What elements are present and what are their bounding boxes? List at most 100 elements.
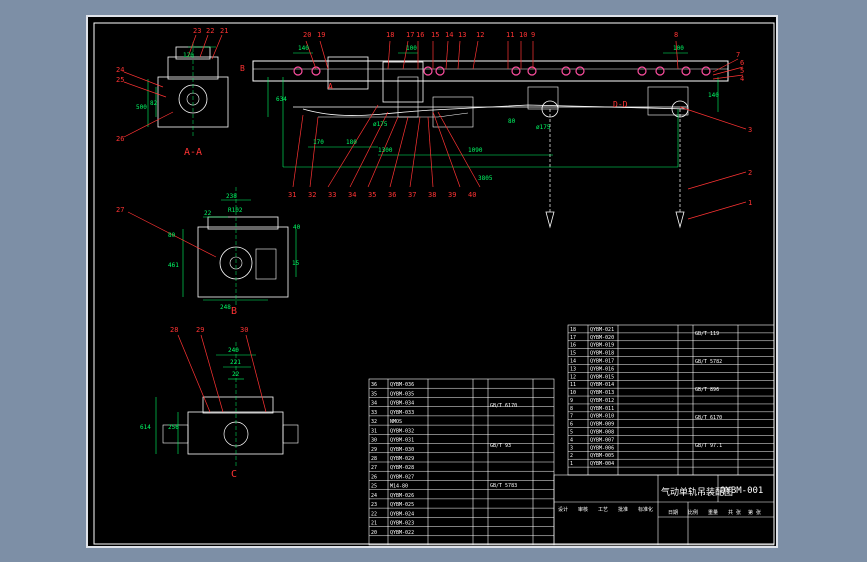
balloon-main-top: 8: [674, 31, 678, 39]
balloon-section-aa: 22: [206, 27, 214, 35]
balloon-main-top: 17: [406, 31, 414, 39]
balloon-main-top: 20: [303, 31, 311, 39]
dim-section-c: 240: [228, 347, 239, 354]
bom-right-std: GB/T 97.1: [695, 443, 722, 449]
bom-left-code: QYBM-027: [390, 474, 414, 480]
balloon-main-bottom: 37: [408, 191, 416, 199]
bom-right-index: 4: [570, 437, 573, 443]
title-block-field: 比例: [688, 509, 698, 516]
bom-left-code: QYBM-029: [390, 456, 414, 462]
dim-main: ø175: [373, 121, 388, 128]
balloon-section-aa: 26: [116, 135, 124, 143]
balloon-main-top: 15: [431, 31, 439, 39]
bom-right-code: QYBM-019: [590, 343, 614, 349]
dim-main: ø175: [536, 124, 551, 131]
drive-unit: [327, 56, 369, 90]
inner-border: [93, 22, 775, 545]
dim-main: 140: [298, 45, 309, 52]
hook-1: [545, 211, 555, 229]
title-block-field: 批准: [618, 506, 628, 513]
balloon-main-top: 19: [317, 31, 325, 39]
balloon-section-aa: 24: [116, 66, 124, 74]
balloon-main-side: 1: [748, 199, 752, 207]
balloon-main-top: 10: [519, 31, 527, 39]
section-c-view: [155, 334, 299, 467]
section-b-view: [127, 187, 297, 307]
bom-left-index: 25: [371, 484, 377, 490]
dim-section-aa: 82: [150, 100, 158, 107]
bom-right-index: 5: [570, 430, 573, 436]
balloon-main-side: 2: [748, 169, 752, 177]
bom-right-index: 16: [570, 343, 576, 349]
wheels: [293, 66, 711, 76]
dim-main: 100: [673, 45, 684, 52]
balloon-section-aa: 25: [116, 76, 124, 84]
section-marker-dd: D-D: [613, 100, 628, 109]
bom-right-index: 13: [570, 366, 576, 372]
dim-section-aa: 500: [136, 104, 147, 111]
bom-left-code: QYBM-025: [390, 502, 414, 508]
bom-left-index: 29: [371, 447, 377, 453]
view-label-aa: A-A: [184, 147, 202, 158]
dim-section-c: 614: [140, 424, 151, 431]
balloon-section-aa: 21: [220, 27, 228, 35]
bom-left-index: 32: [371, 419, 377, 425]
bom-right-code: QYBM-020: [590, 335, 614, 341]
bom-left-index: 36: [371, 382, 377, 388]
bom-left-index: 20: [371, 530, 377, 536]
title-block-fields: 设计 审核 工艺 批准 标准化 日期 比例 重量 共 张第 张: [558, 506, 761, 516]
balloon-main-bottom: 32: [308, 191, 316, 199]
bom-right-std: GB/T 5782: [695, 359, 722, 365]
dim-section-b: 40: [293, 224, 301, 231]
section-marker-a: A: [328, 82, 333, 91]
dim-section-c: 221: [230, 359, 241, 366]
view-label-c: C: [231, 469, 237, 480]
bom-right-code: QYBM-015: [590, 374, 614, 380]
bom-left-std: GB/T 5783: [490, 483, 517, 489]
bom-right-index: 11: [570, 382, 576, 388]
bom-left-code: QYBM-026: [390, 493, 414, 499]
balloon-main-top: 7: [736, 51, 740, 59]
bom-right-code: QYBM-012: [590, 398, 614, 404]
bom-right-std: GB/T 6170: [695, 415, 722, 421]
bom-right-code: QYBM-010: [590, 414, 614, 420]
bom-right-code: QYBM-011: [590, 406, 614, 412]
bom-right-index: 12: [570, 374, 576, 380]
dim-main: 1300: [378, 147, 393, 154]
bom-right-std: GB/T 896: [695, 387, 719, 393]
main-view: [252, 40, 747, 229]
balloon-main-bottom: 33: [328, 191, 336, 199]
balloon-section-c: 30: [240, 326, 248, 334]
bom-right-code: QYBM-017: [590, 358, 614, 364]
bom-right-index: 9: [570, 398, 573, 404]
bom-left-code: QYBM-034: [390, 401, 414, 407]
title-block-field: 标准化: [638, 506, 653, 513]
dimension-labels: 10903805170 180130080ø175ø175634140 100 100…: [136, 45, 719, 431]
balloon-section-aa: 23: [193, 27, 201, 35]
balloon-main-top: 13: [458, 31, 466, 39]
balloon-main-top: 14: [445, 31, 453, 39]
balloon-main-top: 9: [531, 31, 535, 39]
title-block-field: 审核: [578, 506, 588, 513]
bom-right-code: QYBM-006: [590, 445, 614, 451]
title-block-field: 日期: [668, 510, 678, 516]
bom-left-index: 27: [371, 465, 377, 471]
bom-left-code: M14-80: [390, 484, 408, 490]
balloon-main-top: 18: [386, 31, 394, 39]
bom-left-index: 33: [371, 410, 377, 416]
bom-left-code: QYBM-032: [390, 428, 414, 434]
bom-left-index: 30: [371, 438, 377, 444]
dim-section-b: 80: [168, 232, 176, 239]
bom-right-index: 14: [570, 358, 576, 364]
bom-right-index: 15: [570, 351, 576, 357]
balloon-main-top: 6: [740, 59, 744, 67]
bom-left-index: 21: [371, 521, 377, 527]
balloon-main-bottom: 36: [388, 191, 396, 199]
balloon-section-c: 29: [196, 326, 204, 334]
dim-section-b: 15: [292, 260, 300, 267]
rail-beam: [252, 60, 729, 82]
title-block-field: 共 张: [728, 509, 741, 516]
bom-left-index: 24: [371, 493, 377, 499]
balloon-main-bottom: 35: [368, 191, 376, 199]
balloon-main-side: 3: [748, 126, 752, 134]
